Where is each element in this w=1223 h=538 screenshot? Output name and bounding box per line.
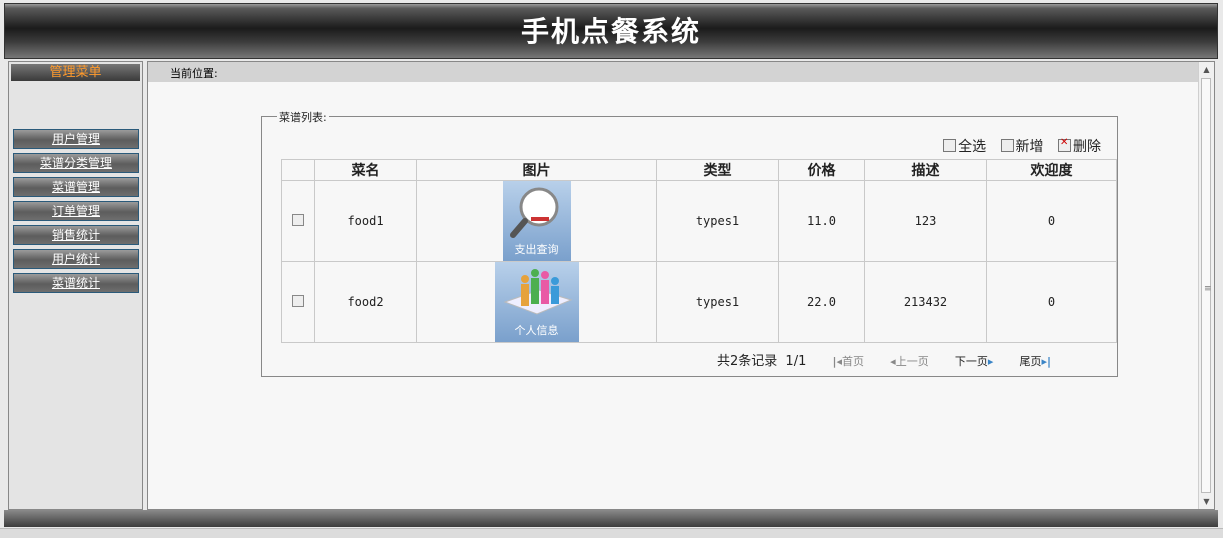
main-content: 当前位置: ▲ ≡ ▼ 菜谱列表: 全选 新增 删除 菜名 图片 类型 价格 描… [147,61,1215,510]
last-page-label: 尾页 [1019,355,1042,368]
fieldset-legend: 菜谱列表: [277,109,329,125]
dish-image: 支出查询 [502,181,571,261]
pagination: 共2条记录 1/1 |◂首页 ◂上一页 下一页▸ 尾页▸| [717,350,1051,369]
last-page-button[interactable]: 尾页▸| [1020,353,1052,369]
sidebar-heading: 管理菜单 [11,64,140,81]
sidebar-item-category-management[interactable]: 菜谱分类管理 [13,153,139,173]
dish-image-caption: 个人信息 [514,324,559,337]
record-count: 共2条记录 [717,354,778,369]
dish-popularity: 0 [986,180,1117,262]
edit-icon [1000,139,1014,152]
dish-image-cell: 个人信息 [416,261,657,343]
column-header-type: 类型 [656,159,779,181]
add-label: 新增 [1015,139,1044,155]
sidebar: 管理菜单 用户管理 菜谱分类管理 菜谱管理 订单管理 销售统计 用户统计 菜谱统… [8,61,143,510]
scroll-down-arrow-icon[interactable]: ▼ [1199,494,1214,509]
row-select-cell [281,180,315,262]
next-page-label: 下一页 [954,355,988,368]
delete-button[interactable]: 删除 [1058,136,1101,156]
sidebar-item-user-management[interactable]: 用户管理 [13,129,139,149]
first-page-button[interactable]: |◂首页 [832,353,864,369]
toolbar: 全选 新增 删除 [933,136,1101,156]
table-row: food2 个人信息 types1 22.0 213432 0 [281,261,1117,343]
dish-image: 个人信息 [494,262,579,342]
dish-type: types1 [656,180,779,262]
sidebar-item-menu-stats[interactable]: 菜谱统计 [13,273,139,293]
column-header-description: 描述 [864,159,987,181]
app-title: 手机点餐系统 [520,15,701,48]
column-header-select [281,159,315,181]
next-page-button[interactable]: 下一页▸ [955,353,994,369]
dish-type: types1 [656,261,779,343]
row-checkbox[interactable] [292,294,304,307]
prev-page-label: 上一页 [895,355,929,368]
add-button[interactable]: 新增 [1000,136,1044,156]
app-footer [4,510,1218,527]
dish-name: food1 [314,180,417,262]
dish-description: 123 [864,180,987,262]
breadcrumb: 当前位置: [148,62,1198,82]
page-indicator: 1/1 [785,354,807,369]
dish-image-cell: 支出查询 [416,180,657,262]
first-page-label: 首页 [842,355,865,368]
table-row: food1 支出查询 types1 11.0 123 0 [281,180,1117,262]
checkbox-icon [943,139,957,152]
magnifier-icon [509,187,558,238]
table-header-row: 菜名 图片 类型 价格 描述 欢迎度 [281,159,1117,181]
vertical-scrollbar[interactable]: ▲ ≡ ▼ [1198,62,1214,509]
delete-icon [1058,137,1071,152]
dish-image-caption: 支出查询 [514,243,559,256]
select-all-button[interactable]: 全选 [943,136,986,156]
row-select-cell [281,261,315,343]
dish-description: 213432 [864,261,987,343]
sidebar-item-sales-stats[interactable]: 销售统计 [13,225,139,245]
dish-popularity: 0 [986,261,1117,343]
column-header-price: 价格 [778,159,865,181]
breadcrumb-label: 当前位置: [170,67,218,80]
column-header-image: 图片 [416,159,657,181]
row-checkbox[interactable] [292,213,304,226]
app-header: 手机点餐系统 [4,3,1218,59]
sidebar-item-menu-management[interactable]: 菜谱管理 [13,177,139,197]
scroll-thumb[interactable]: ≡ [1201,78,1212,493]
prev-page-button[interactable]: ◂上一页 [890,353,929,369]
sidebar-item-user-stats[interactable]: 用户统计 [13,249,139,269]
last-page-icon: ▸| [1041,355,1052,368]
sidebar-item-order-management[interactable]: 订单管理 [13,201,139,221]
dish-name: food2 [314,261,417,343]
select-all-label: 全选 [958,139,987,155]
dish-price: 11.0 [778,180,865,262]
menu-table: 菜名 图片 类型 价格 描述 欢迎度 food1 支出查询 types1 11.… [281,159,1117,343]
scroll-up-arrow-icon[interactable]: ▲ [1199,62,1214,77]
dish-price: 22.0 [778,261,865,343]
next-page-icon: ▸ [987,355,994,368]
first-page-icon: |◂ [832,355,843,368]
column-header-popularity: 欢迎度 [986,159,1117,181]
menu-list-fieldset: 菜谱列表: 全选 新增 删除 菜名 图片 类型 价格 描述 欢迎度 food1 [261,109,1118,377]
delete-label: 删除 [1073,139,1101,155]
people-chart-icon [503,269,572,315]
column-header-name: 菜名 [314,159,417,181]
